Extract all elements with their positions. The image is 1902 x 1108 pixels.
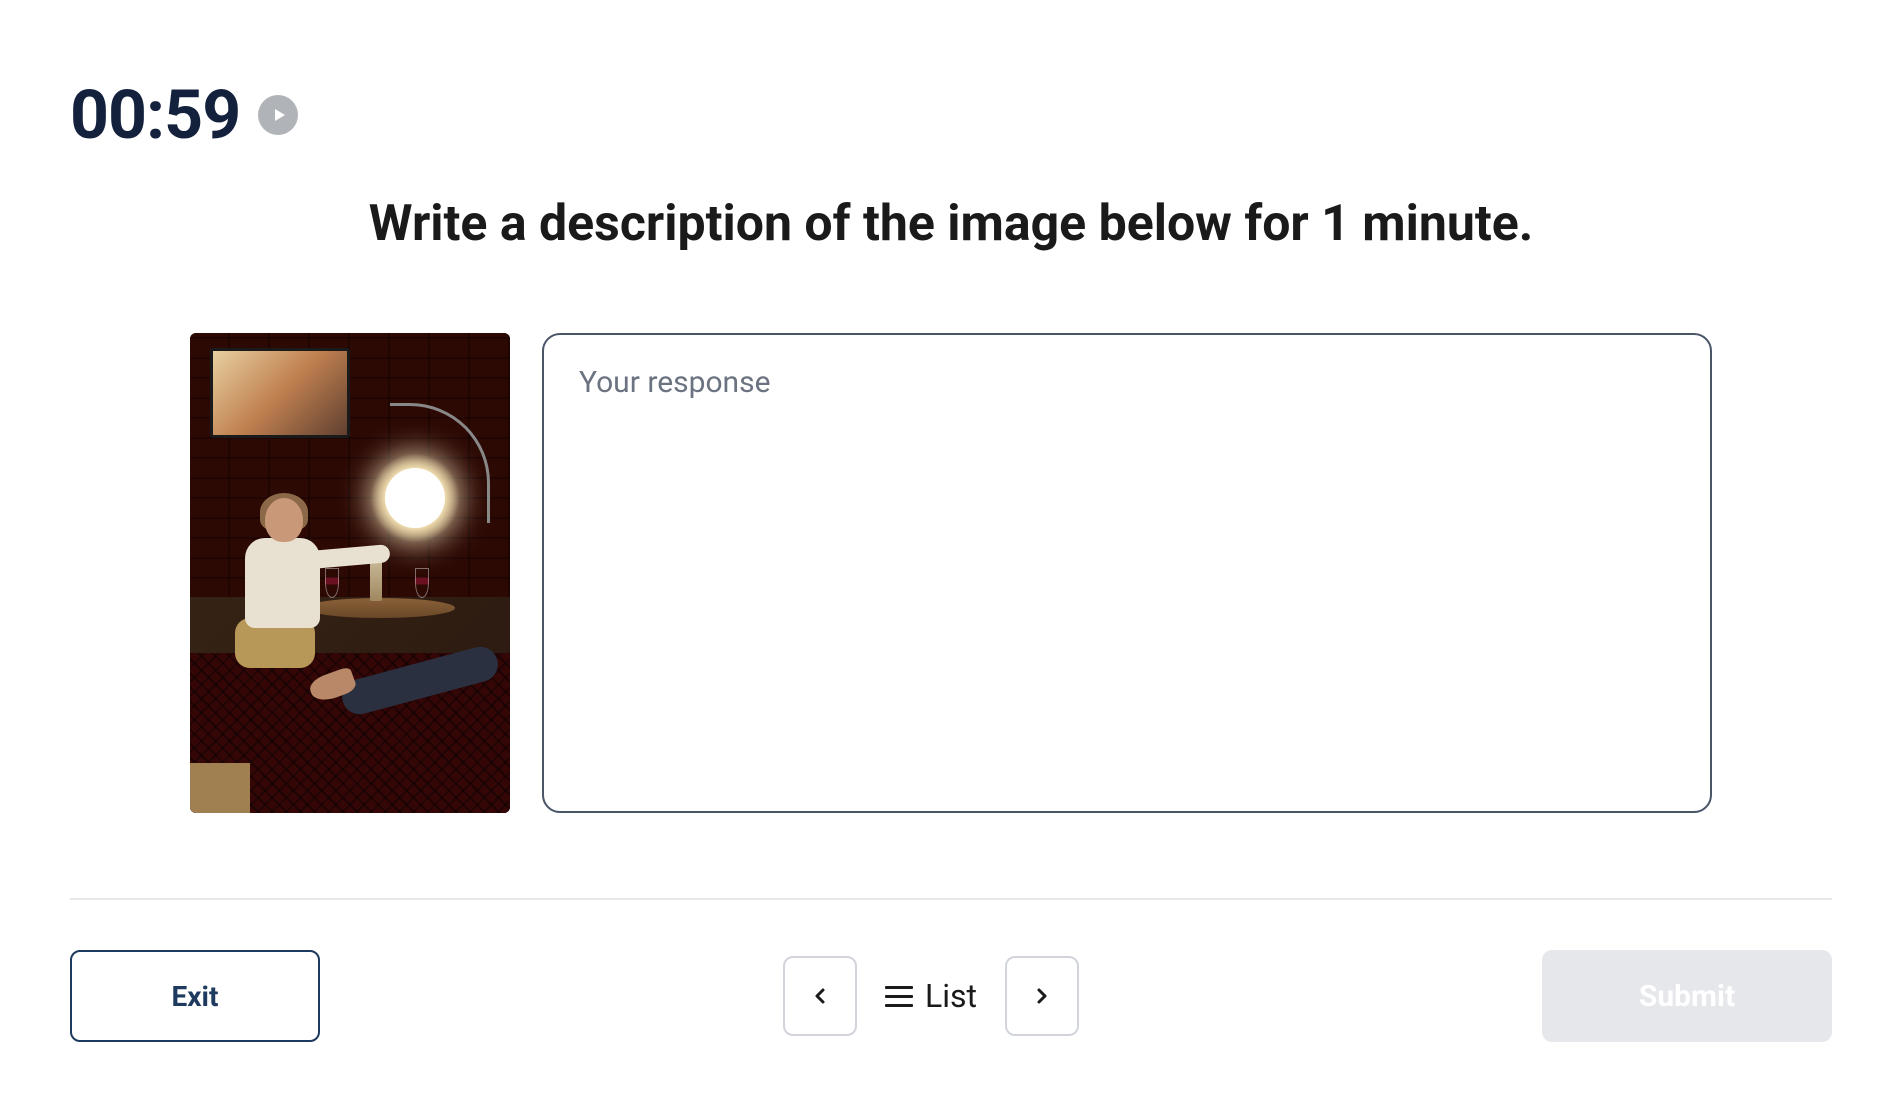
play-icon[interactable] xyxy=(258,95,298,135)
chevron-right-icon xyxy=(1030,984,1054,1008)
next-button[interactable] xyxy=(1005,956,1079,1036)
footer: Exit List xyxy=(70,900,1832,1092)
content-area xyxy=(70,333,1832,813)
timer-display: 00:59 xyxy=(70,75,240,155)
list-label: List xyxy=(925,977,977,1015)
prompt-image xyxy=(190,333,510,813)
prompt-title: Write a description of the image below f… xyxy=(70,185,1832,333)
prev-button[interactable] xyxy=(783,956,857,1036)
hamburger-icon xyxy=(885,986,913,1007)
nav-controls: List xyxy=(783,956,1079,1036)
exit-button[interactable]: Exit xyxy=(70,950,320,1042)
submit-button[interactable]: Submit xyxy=(1542,950,1832,1042)
timer-section: 00:59 xyxy=(70,0,1832,185)
response-input[interactable] xyxy=(542,333,1712,813)
list-button[interactable]: List xyxy=(877,977,985,1015)
chevron-left-icon xyxy=(808,984,832,1008)
